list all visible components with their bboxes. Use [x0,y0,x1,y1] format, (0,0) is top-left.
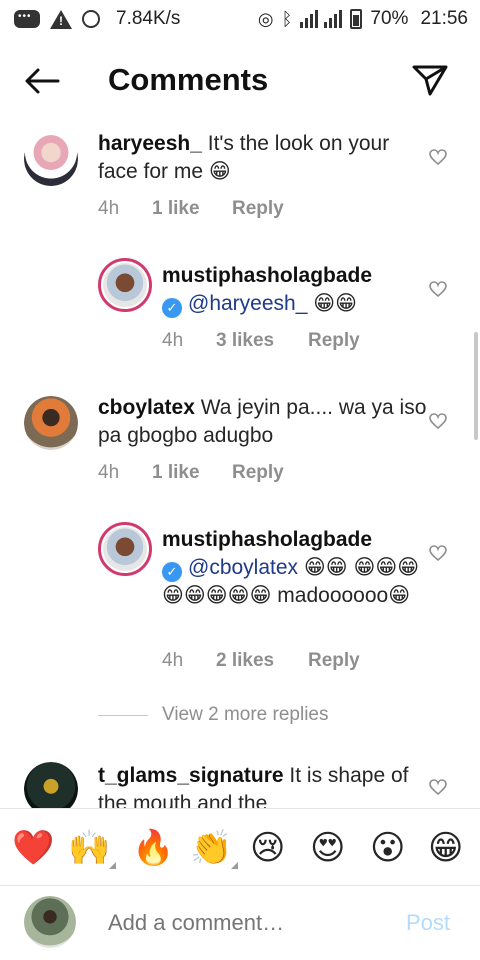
scrollbar[interactable] [474,332,478,440]
my-avatar [24,896,76,948]
comment-composer: Post [0,886,480,960]
raising-hands-glyph: 🙌 [68,829,111,867]
skin-tone-indicator [231,862,239,869]
crying-face-emoji[interactable]: 😢 [250,829,285,867]
comment-username[interactable]: t_glams_signature [98,764,284,787]
heart-emoji[interactable]: ❤️ [12,829,54,867]
fire-emoji[interactable]: 🔥 [132,829,174,867]
surprised-face-emoji[interactable]: 😮 [370,829,405,867]
heart-eyes-emoji[interactable]: 😍 [310,829,345,867]
grinning-face-emoji[interactable]: 😁 [428,829,463,867]
raising-hands-emoji[interactable]: 🙌 [68,829,117,869]
avatar[interactable] [24,762,78,808]
comment-input[interactable] [108,908,388,938]
heart-icon[interactable] [428,778,448,796]
emoji-quick-bar: ❤️ 🙌 🔥 👏 😢 😍 😮 😁 [0,808,480,886]
clapping-hands-emoji[interactable]: 👏 [190,829,239,869]
comment-item: t_glams_signature It is shape of the mou… [0,0,480,808]
skin-tone-indicator [109,862,117,869]
clapping-hands-glyph: 👏 [190,829,233,867]
post-button[interactable]: Post [406,910,450,936]
